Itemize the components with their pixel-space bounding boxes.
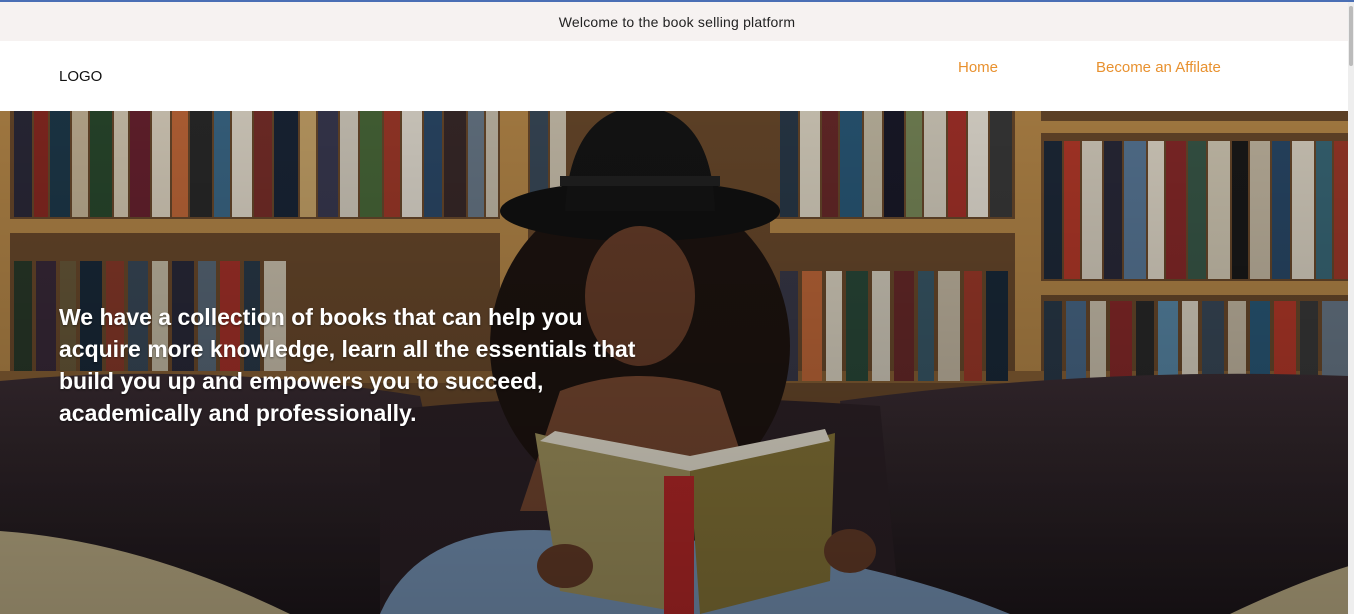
- nav-link-home[interactable]: Home: [958, 59, 998, 76]
- scrollbar-thumb[interactable]: [1349, 6, 1353, 66]
- page-scrollbar[interactable]: [1348, 2, 1354, 614]
- hero-headline: We have a collection of books that can h…: [59, 304, 636, 426]
- hero-section: We have a collection of books that can h…: [0, 111, 1349, 614]
- welcome-text: Welcome to the book selling platform: [558, 13, 796, 30]
- logo[interactable]: LOGO: [59, 68, 102, 85]
- welcome-banner: Welcome to the book selling platform: [0, 0, 1354, 41]
- navbar: LOGO Home Become an Affilate: [0, 41, 1354, 111]
- nav-link-become-affiliate[interactable]: Become an Affilate: [1096, 59, 1221, 76]
